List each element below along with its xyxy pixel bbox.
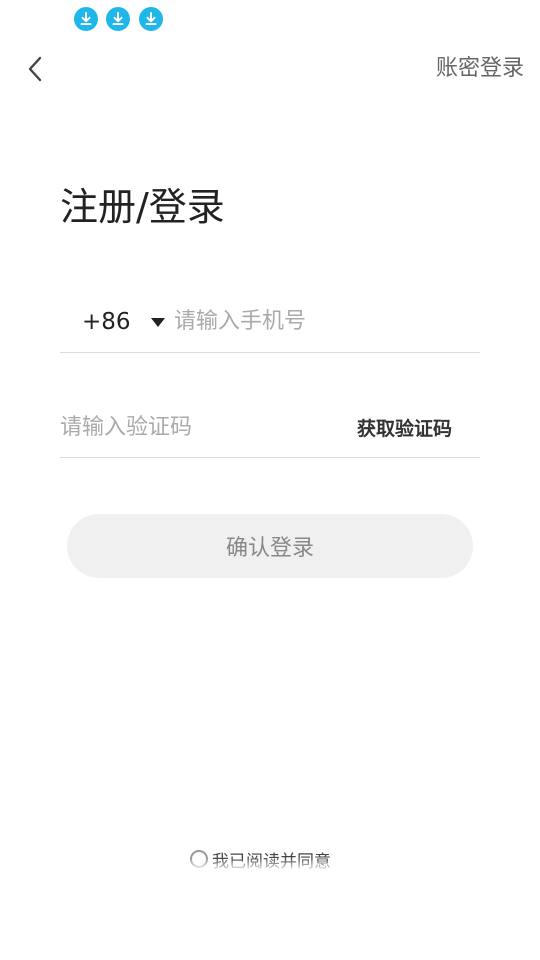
login-screen: 账密登录 注册/登录 +86 获取验证码 确认登录 我已阅读并同意 [0,0,540,960]
back-button[interactable] [18,52,52,86]
status-bar [0,0,540,38]
download-icon [74,7,98,31]
download-icon [139,7,163,31]
verification-code-input[interactable] [60,406,330,448]
get-code-button[interactable]: 获取验证码 [357,414,452,444]
phone-row: +86 [60,294,480,353]
code-row: 获取验证码 [60,400,480,458]
chevron-left-icon [28,56,42,82]
country-code-selector[interactable]: +86 [82,302,165,342]
phone-input[interactable] [174,300,474,342]
country-code-text: +86 [82,309,131,335]
account-login-link[interactable]: 账密登录 [436,54,524,84]
confirm-login-button[interactable]: 确认登录 [67,514,473,578]
caret-down-icon [150,317,165,327]
page-title: 注册/登录 [60,185,225,229]
download-icon [106,7,130,31]
agreement-row: 我已阅读并同意 [190,844,331,874]
agreement-text: 我已阅读并同意 [212,851,331,872]
agree-checkbox[interactable] [190,850,208,868]
